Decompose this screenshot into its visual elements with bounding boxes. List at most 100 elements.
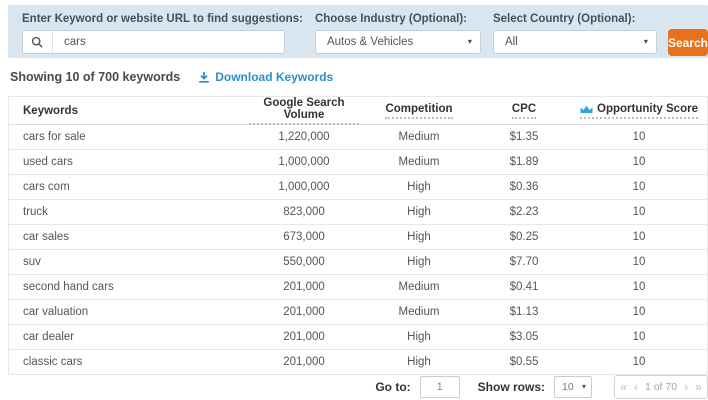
cell-score: 10 xyxy=(569,206,708,218)
cell-keyword: car valuation xyxy=(9,306,249,318)
cell-score: 10 xyxy=(569,256,708,268)
keyword-field: Enter Keyword or website URL to find sug… xyxy=(22,13,303,54)
cell-volume: 1,000,000 xyxy=(249,156,359,168)
page: Enter Keyword or website URL to find sug… xyxy=(0,0,708,400)
cell-keyword: second hand cars xyxy=(9,281,249,293)
goto-page-value: 1 xyxy=(437,381,443,393)
cell-cpc: $0.36 xyxy=(479,181,569,193)
cell-keyword: cars com xyxy=(9,181,249,193)
cell-cpc: $2.23 xyxy=(479,206,569,218)
cell-volume: 201,000 xyxy=(249,331,359,343)
cell-score: 10 xyxy=(569,356,708,368)
cell-volume: 823,000 xyxy=(249,206,359,218)
cell-competition: Medium xyxy=(359,156,479,168)
table-row: car sales673,000High$0.2510 xyxy=(9,225,707,250)
keywords-table: Keywords Google Search Volume Competitio… xyxy=(8,96,708,375)
column-header-competition[interactable]: Competition xyxy=(359,103,479,119)
prev-page-icon[interactable]: ‹ xyxy=(634,381,638,393)
table-row: cars for sale1,220,000Medium$1.3510 xyxy=(9,125,707,150)
cell-score: 10 xyxy=(569,131,708,143)
country-select[interactable]: All ▾ xyxy=(493,30,657,54)
industry-label: Choose Industry (Optional): xyxy=(315,13,481,25)
cell-keyword: cars for sale xyxy=(9,131,249,143)
keyword-input[interactable]: cars xyxy=(22,30,285,54)
cell-keyword: classic cars xyxy=(9,356,249,368)
cell-competition: High xyxy=(359,231,479,243)
cell-competition: Medium xyxy=(359,281,479,293)
cell-score: 10 xyxy=(569,306,708,318)
cell-competition: Medium xyxy=(359,131,479,143)
goto-label: Go to: xyxy=(375,380,410,394)
pagination: « ‹ 1 of 70 › » xyxy=(614,375,708,399)
download-icon xyxy=(198,71,210,83)
table-row: truck823,000High$2.2310 xyxy=(9,200,707,225)
cell-score: 10 xyxy=(569,281,708,293)
cell-keyword: suv xyxy=(9,256,249,268)
cell-cpc: $0.25 xyxy=(479,231,569,243)
goto-page-input[interactable]: 1 xyxy=(420,376,460,398)
search-panel: Enter Keyword or website URL to find sug… xyxy=(8,5,708,58)
cell-volume: 201,000 xyxy=(249,356,359,368)
last-page-icon[interactable]: » xyxy=(695,381,702,393)
country-field: Select Country (Optional): All ▾ xyxy=(493,13,657,54)
cell-volume: 201,000 xyxy=(249,306,359,318)
cell-keyword: car sales xyxy=(9,231,249,243)
country-label: Select Country (Optional): xyxy=(493,13,657,25)
cell-keyword: used cars xyxy=(9,156,249,168)
table-row: suv550,000High$7.7010 xyxy=(9,250,707,275)
industry-select[interactable]: Autos & Vehicles ▾ xyxy=(315,30,481,54)
table-row: car dealer201,000High$3.0510 xyxy=(9,325,707,350)
search-icon xyxy=(23,31,53,53)
show-rows-select[interactable]: 10 ▾ xyxy=(554,376,592,398)
cell-cpc: $0.41 xyxy=(479,281,569,293)
table-footer: Go to: 1 Show rows: 10 ▾ « ‹ 1 of 70 › » xyxy=(8,375,708,399)
cell-cpc: $0.55 xyxy=(479,356,569,368)
column-header-cpc[interactable]: CPC xyxy=(479,103,569,119)
cell-competition: Medium xyxy=(359,306,479,318)
cell-cpc: $3.05 xyxy=(479,331,569,343)
cell-score: 10 xyxy=(569,231,708,243)
cell-score: 10 xyxy=(569,181,708,193)
cell-cpc: $1.35 xyxy=(479,131,569,143)
table-row: second hand cars201,000Medium$0.4110 xyxy=(9,275,707,300)
chevron-down-icon: ▾ xyxy=(582,383,586,391)
chevron-down-icon: ▾ xyxy=(468,38,472,46)
industry-select-value: Autos & Vehicles xyxy=(327,36,413,48)
download-link-label: Download Keywords xyxy=(215,70,333,84)
cell-score: 10 xyxy=(569,331,708,343)
cell-competition: High xyxy=(359,256,479,268)
cell-volume: 1,220,000 xyxy=(249,131,359,143)
cell-cpc: $1.13 xyxy=(479,306,569,318)
cell-competition: High xyxy=(359,356,479,368)
cell-competition: High xyxy=(359,181,479,193)
search-button[interactable]: Search xyxy=(668,29,708,56)
table-body: cars for sale1,220,000Medium$1.3510used … xyxy=(9,125,707,375)
cell-volume: 550,000 xyxy=(249,256,359,268)
download-keywords-link[interactable]: Download Keywords xyxy=(198,70,333,84)
cell-volume: 673,000 xyxy=(249,231,359,243)
page-indicator: 1 of 70 xyxy=(645,381,677,393)
cell-cpc: $1.89 xyxy=(479,156,569,168)
column-header-opportunity-score[interactable]: Opportunity Score xyxy=(569,103,708,119)
table-header-row: Keywords Google Search Volume Competitio… xyxy=(9,97,707,125)
cell-cpc: $7.70 xyxy=(479,256,569,268)
keyword-label: Enter Keyword or website URL to find sug… xyxy=(22,13,303,25)
results-bar: Showing 10 of 700 keywords Download Keyw… xyxy=(10,70,333,84)
cell-competition: High xyxy=(359,331,479,343)
show-rows-label: Show rows: xyxy=(478,380,545,394)
cell-score: 10 xyxy=(569,156,708,168)
cell-keyword: truck xyxy=(9,206,249,218)
cell-competition: High xyxy=(359,206,479,218)
chevron-down-icon: ▾ xyxy=(644,38,648,46)
next-page-icon[interactable]: › xyxy=(684,381,688,393)
crown-icon xyxy=(580,105,593,114)
industry-field: Choose Industry (Optional): Autos & Vehi… xyxy=(315,13,481,54)
cell-volume: 1,000,000 xyxy=(249,181,359,193)
column-header-search-volume[interactable]: Google Search Volume xyxy=(249,97,359,125)
showing-count: Showing 10 of 700 keywords xyxy=(10,70,180,84)
table-row: used cars1,000,000Medium$1.8910 xyxy=(9,150,707,175)
table-row: cars com1,000,000High$0.3610 xyxy=(9,175,707,200)
country-select-value: All xyxy=(505,36,518,48)
first-page-icon[interactable]: « xyxy=(620,381,627,393)
show-rows-value: 10 xyxy=(562,381,574,393)
